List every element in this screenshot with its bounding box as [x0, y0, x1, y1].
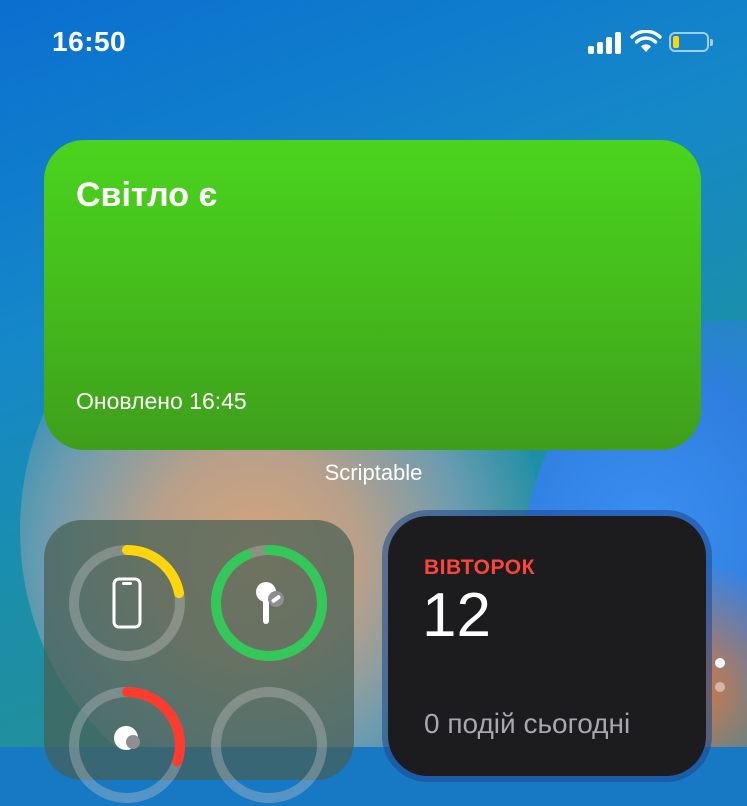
calendar-weekday: ВІВТОРОК	[424, 556, 535, 579]
page-dot-1[interactable]	[715, 658, 725, 668]
battery-level	[673, 36, 679, 48]
airpod-icon	[256, 582, 284, 624]
battery-icon	[669, 32, 713, 52]
batteries-widget[interactable]	[44, 520, 354, 803]
airpods-case-icon	[114, 726, 140, 750]
calendar-events-summary: 0 подій сьогодні	[424, 708, 631, 739]
calendar-widget[interactable]: ВІВТОРОК 12 0 подій сьогодні	[388, 516, 706, 776]
widget-updated-time: Оновлено 16:45	[76, 388, 247, 414]
wifi-icon	[630, 30, 662, 52]
scriptable-light-widget[interactable]: Світло є Оновлено 16:45	[44, 140, 701, 450]
widget-caption: Scriptable	[324, 460, 423, 485]
iphone-icon	[112, 577, 142, 629]
status-time: 16:50	[52, 26, 127, 57]
widget-title: Світло є	[76, 176, 218, 214]
page-dot-2[interactable]	[715, 682, 725, 692]
battery-ring-empty	[211, 687, 327, 803]
page-indicator[interactable]	[714, 658, 728, 698]
calendar-date: 12	[422, 581, 491, 650]
cellular-signal-icon	[588, 30, 624, 54]
status-bar: 16:50	[0, 0, 747, 90]
